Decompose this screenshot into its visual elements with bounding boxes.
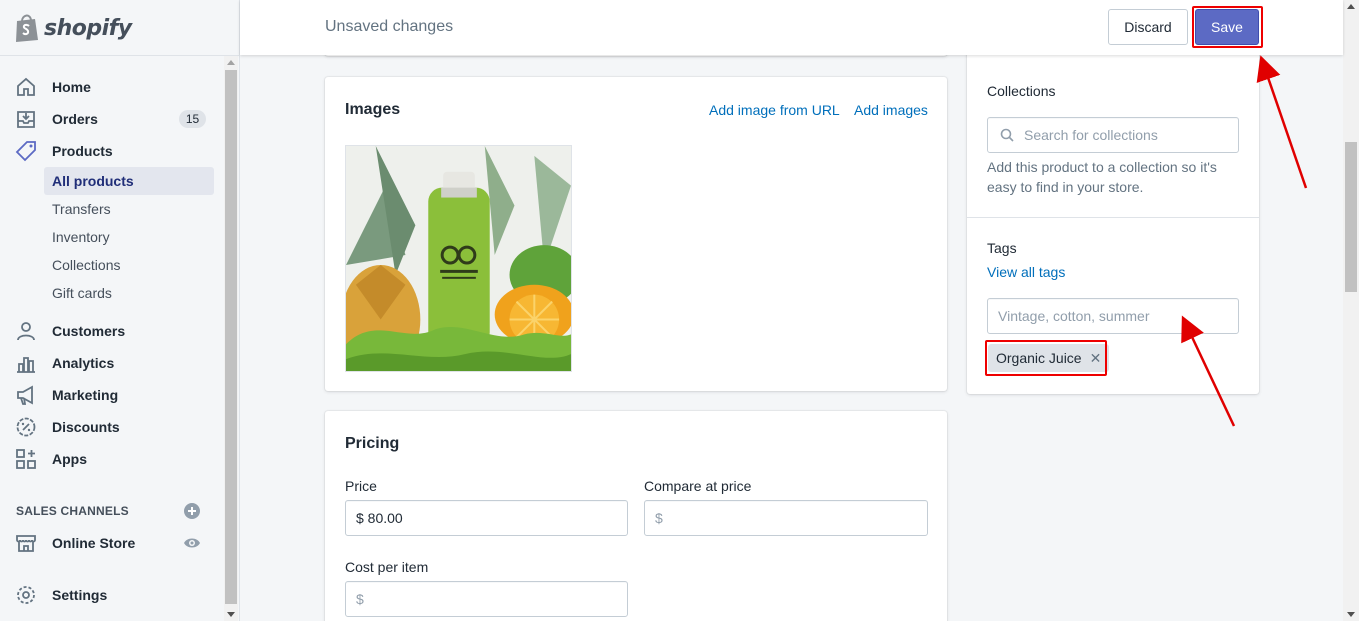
sidebar-item-label: Analytics [52, 355, 115, 371]
arrow-to-save [1256, 55, 1308, 189]
sidebar-item-apps[interactable]: Apps [0, 444, 224, 474]
scroll-down-arrow-icon[interactable] [1347, 612, 1355, 617]
marketing-icon [17, 385, 33, 405]
price-label: Price [345, 478, 377, 494]
product-image[interactable] [345, 145, 572, 372]
orders-count-badge: 15 [179, 110, 206, 128]
collections-label: Collections [987, 83, 1056, 99]
sidebar-subitem-collections[interactable]: Collections [44, 251, 214, 279]
tags-input[interactable]: Vintage, cotton, summer [987, 298, 1239, 334]
tags-label: Tags [987, 240, 1017, 256]
collections-search-placeholder: Search for collections [1024, 127, 1158, 143]
unsaved-changes-title: Unsaved changes [325, 18, 454, 35]
sales-channels-title: SALES CHANNELS [16, 504, 129, 518]
scrollbar-thumb[interactable] [225, 70, 237, 604]
tag-highlight-box [985, 340, 1107, 376]
sidebar-item-marketing[interactable]: Marketing [0, 380, 224, 410]
sidebar-item-label: Orders [52, 111, 98, 127]
tags-placeholder: Vintage, cotton, summer [998, 308, 1150, 324]
analytics-icon [17, 357, 35, 373]
sidebar: shopify Home Orders 15 Products All prod… [0, 0, 240, 621]
scroll-up-arrow-icon[interactable] [227, 60, 235, 65]
sidebar-item-customers[interactable]: Customers [0, 316, 224, 346]
store-icon [16, 535, 36, 552]
cost-per-item-field[interactable]: $ [345, 581, 628, 617]
orders-icon [17, 111, 35, 128]
discount-icon [16, 417, 36, 437]
sidebar-subitem-all-products[interactable]: All products [44, 167, 214, 195]
sidebar-item-settings[interactable]: Settings [0, 580, 224, 610]
sidebar-item-analytics[interactable]: Analytics [0, 348, 224, 378]
add-images-link[interactable]: Add images [854, 102, 928, 118]
organization-divider [967, 217, 1259, 218]
cost-per-item-label: Cost per item [345, 559, 429, 575]
add-sales-channel-icon[interactable] [183, 502, 201, 520]
page-scrollbar[interactable] [1343, 0, 1359, 621]
sidebar-item-label: Discounts [52, 419, 120, 435]
sidebar-scrollbar[interactable] [224, 56, 238, 621]
collections-search-field[interactable]: Search for collections [987, 117, 1239, 153]
sidebar-item-products[interactable]: Products [0, 136, 224, 166]
compare-at-price-field[interactable]: $ [644, 500, 928, 536]
shopify-logo[interactable]: shopify [14, 12, 132, 44]
compare-at-price-label: Compare at price [644, 478, 752, 494]
sidebar-subitem-gift-cards[interactable]: Gift cards [44, 279, 214, 307]
add-image-from-url-link[interactable]: Add image from URL [709, 102, 840, 118]
sidebar-item-orders[interactable]: Orders 15 [0, 104, 224, 134]
collections-help-text: Add this product to a collection so it's… [987, 159, 1217, 195]
sidebar-item-label: Products [52, 143, 113, 159]
images-card-title: Images [345, 101, 401, 118]
save-highlight-box [1192, 6, 1263, 48]
pricing-card-title: Pricing [345, 435, 400, 452]
scroll-down-arrow-icon[interactable] [227, 612, 235, 617]
compare-at-price-placeholder: $ [655, 510, 663, 526]
cost-per-item-placeholder: $ [356, 591, 364, 607]
images-card: Images Add image from URL Add images [325, 77, 947, 391]
brand-name: shopify [44, 15, 132, 41]
sidebar-item-label: Marketing [52, 387, 119, 403]
sidebar-item-label: Customers [52, 323, 126, 339]
apps-icon [16, 449, 36, 469]
home-icon [17, 77, 35, 96]
scroll-up-arrow-icon[interactable] [1347, 4, 1355, 9]
sidebar-subitem-inventory[interactable]: Inventory [44, 223, 214, 251]
sidebar-item-label: Home [52, 79, 91, 95]
sidebar-item-label: Settings [52, 587, 108, 603]
gear-icon [17, 586, 35, 604]
sidebar-nav: Home Orders 15 Products All products Tra… [0, 56, 224, 621]
tag-icon [15, 141, 36, 162]
sidebar-item-discounts[interactable]: Discounts [0, 412, 224, 442]
pricing-card: Pricing Price $ 80.00 Compare at price $… [325, 411, 947, 621]
customers-icon [17, 322, 35, 341]
eye-icon[interactable] [183, 534, 201, 552]
search-icon [1000, 128, 1014, 142]
sidebar-item-label: Online Store [52, 535, 136, 551]
sidebar-item-label: Apps [52, 451, 87, 467]
shopify-bag-icon [16, 14, 38, 42]
contextual-save-bar: Unsaved changes Discard Save [240, 0, 1343, 55]
scrollbar-thumb[interactable] [1345, 142, 1357, 292]
price-value: $ 80.00 [356, 510, 403, 526]
discard-button[interactable]: Discard [1108, 9, 1188, 45]
sidebar-subitem-transfers[interactable]: Transfers [44, 195, 214, 223]
sidebar-item-home[interactable]: Home [0, 72, 224, 102]
view-all-tags-link[interactable]: View all tags [987, 264, 1065, 280]
price-field[interactable]: $ 80.00 [345, 500, 628, 536]
